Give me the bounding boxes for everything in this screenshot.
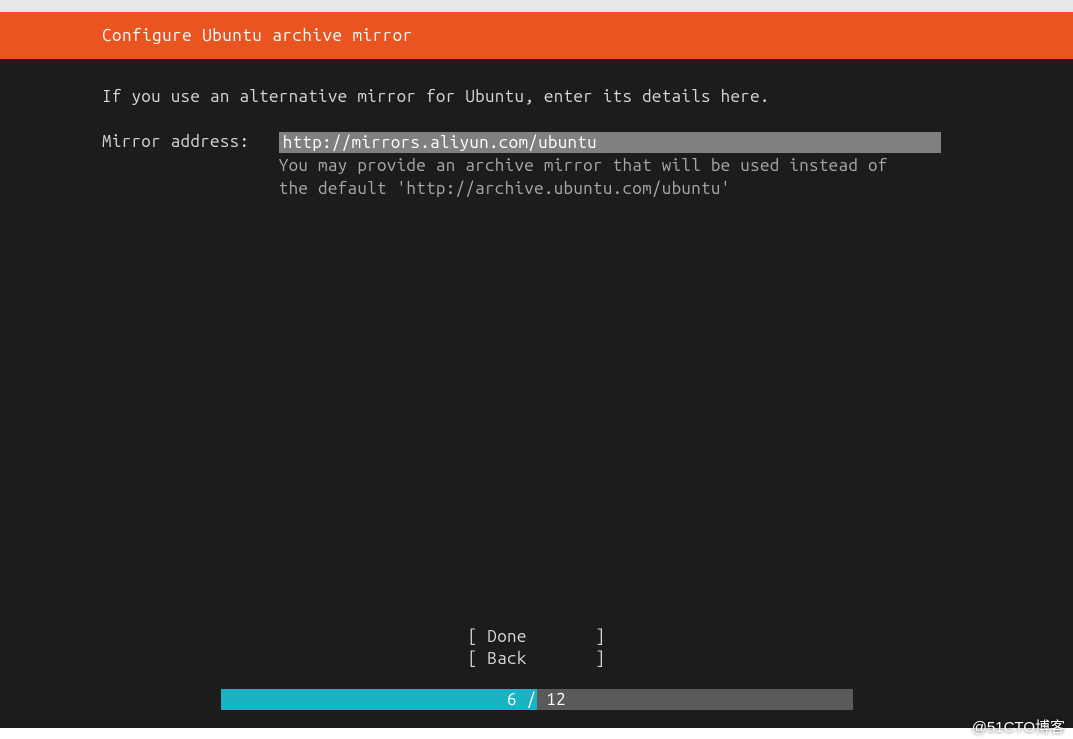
installer-content: If you use an alternative mirror for Ubu… [0, 59, 1073, 201]
mirror-field-column: http://mirrors.aliyun.com/ubuntu You may… [279, 132, 941, 201]
progress-bar: 6 / 12 [221, 689, 853, 710]
mirror-help-text: You may provide an archive mirror that w… [279, 155, 941, 201]
installer-header: Configure Ubuntu archive mirror [0, 12, 1073, 59]
progress-fill [221, 689, 537, 710]
header-title: Configure Ubuntu archive mirror [102, 26, 413, 45]
back-button[interactable]: [ Back ] [0, 648, 1073, 670]
instruction-text: If you use an alternative mirror for Ubu… [102, 87, 1073, 106]
button-area: [ Done ] [ Back ] [0, 626, 1073, 670]
mirror-address-row: Mirror address: http://mirrors.aliyun.co… [102, 132, 1073, 201]
mirror-address-input[interactable]: http://mirrors.aliyun.com/ubuntu [279, 132, 941, 153]
desktop-background [0, 0, 1073, 12]
progress-text: 6 / 12 [507, 690, 566, 709]
progress-area: 6 / 12 [0, 689, 1073, 710]
mirror-address-label: Mirror address: [102, 132, 279, 151]
help-line-1: You may provide an archive mirror that w… [279, 156, 888, 175]
help-line-2: the default 'http://archive.ubuntu.com/u… [279, 179, 731, 198]
ubuntu-installer-window: Configure Ubuntu archive mirror If you u… [0, 12, 1073, 728]
watermark-text: @51CTO博客 [972, 716, 1065, 737]
done-button[interactable]: [ Done ] [0, 626, 1073, 648]
